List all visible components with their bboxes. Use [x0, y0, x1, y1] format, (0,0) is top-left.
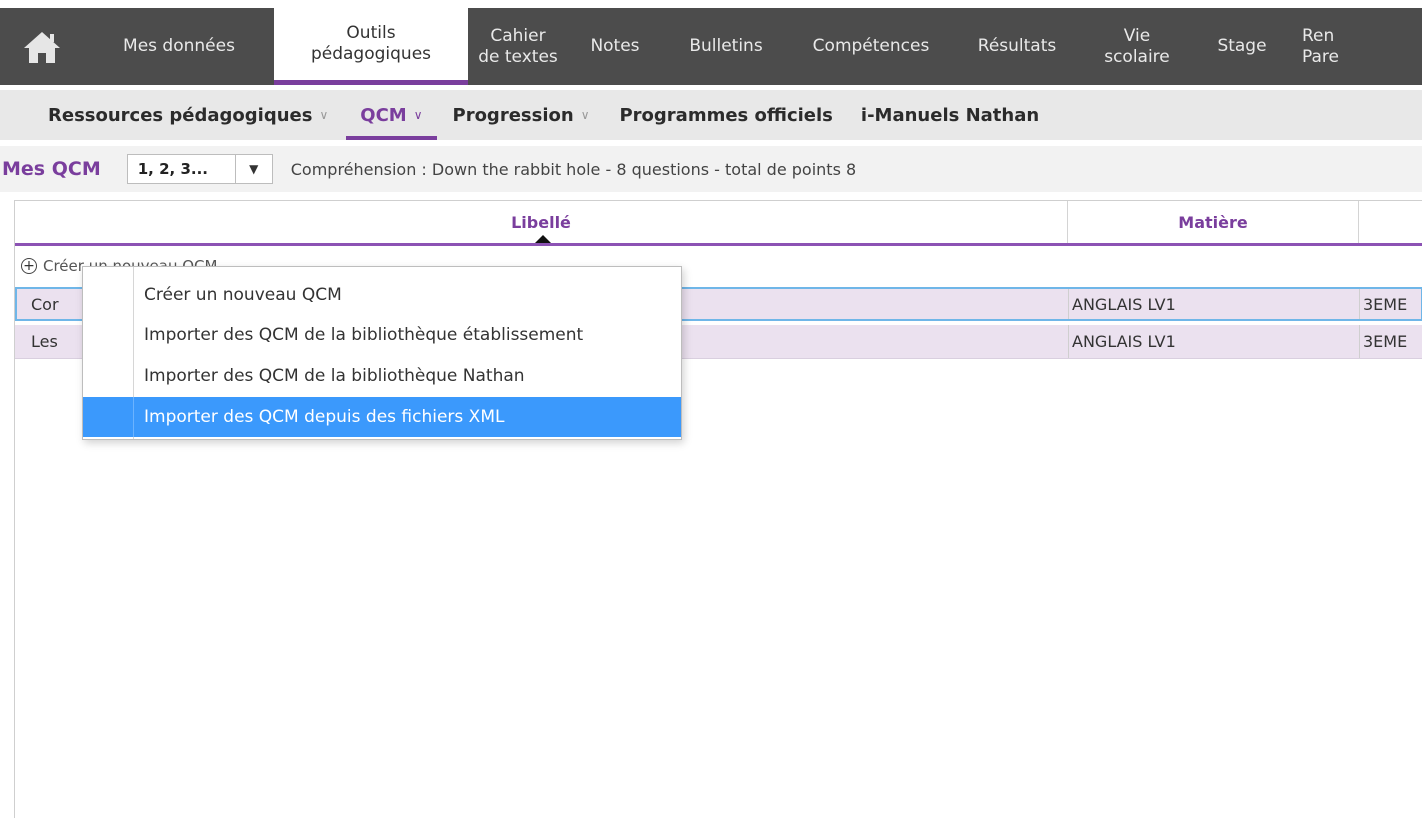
plus-circle-icon: + — [21, 258, 37, 274]
cell-classe: 3EME — [1363, 332, 1408, 351]
sub-navigation: Ressources pédagogiques ∨ QCM ∨ Progress… — [0, 90, 1422, 140]
menu-item-import-nathan[interactable]: Importer des QCM de la bibliothèque Nath… — [83, 356, 681, 396]
page-title: Mes QCM — [2, 158, 101, 180]
tab-ressources-pedagogiques[interactable]: Ressources pédagogiques ∨ — [34, 90, 342, 140]
tab-progression[interactable]: Progression ∨ — [439, 90, 604, 140]
nav-mes-donnees[interactable]: Mes données — [84, 8, 274, 85]
tab-label: Programmes officiels — [619, 104, 833, 126]
menu-item-import-etablissement[interactable]: Importer des QCM de la bibliothèque étab… — [83, 315, 681, 355]
nav-cahier-de-textes[interactable]: Cahier de textes — [468, 8, 568, 85]
nav-competences[interactable]: Compétences — [790, 8, 952, 85]
nav-notes[interactable]: Notes — [568, 8, 662, 85]
nav-outils-pedagogiques[interactable]: Outils pédagogiques — [274, 8, 468, 85]
chevron-down-icon: ∨ — [580, 108, 590, 122]
tab-label: Progression — [452, 104, 574, 126]
sort-ascending-icon — [535, 235, 551, 243]
tab-label: Ressources pédagogiques — [48, 104, 313, 126]
tab-label: i-Manuels Nathan — [860, 104, 1040, 126]
qcm-selector-value: 1, 2, 3... — [137, 160, 208, 178]
cell-matiere: ANGLAIS LV1 — [1072, 332, 1176, 351]
tab-label: QCM — [360, 104, 407, 126]
menu-item-import-xml[interactable]: Importer des QCM depuis des fichiers XML — [83, 397, 681, 437]
dropdown-arrow-icon[interactable]: ▼ — [234, 155, 272, 183]
menu-item-create-qcm[interactable]: Créer un nouveau QCM — [83, 275, 681, 315]
main-navigation: Mes données Outils pédagogiques Cahier d… — [0, 8, 1422, 85]
cell-classe: 3EME — [1363, 294, 1408, 314]
nav-stage[interactable]: Stage — [1192, 8, 1292, 85]
tab-i-manuels-nathan[interactable]: i-Manuels Nathan — [847, 90, 1053, 140]
column-header-classe[interactable] — [1359, 201, 1422, 243]
tab-programmes-officiels[interactable]: Programmes officiels — [605, 90, 846, 140]
chevron-down-icon: ∨ — [319, 108, 329, 122]
tab-qcm[interactable]: QCM ∨ — [346, 90, 437, 140]
nav-bulletins[interactable]: Bulletins — [662, 8, 790, 85]
chevron-down-icon: ∨ — [413, 108, 423, 122]
home-button[interactable] — [0, 8, 84, 85]
create-qcm-menu: Créer un nouveau QCM Importer des QCM de… — [82, 266, 682, 440]
column-header-matiere[interactable]: Matière — [1068, 201, 1359, 243]
qcm-toolbar: Mes QCM 1, 2, 3... ▼ Compréhension : Dow… — [0, 146, 1422, 192]
home-icon — [24, 31, 60, 63]
qcm-selector[interactable]: 1, 2, 3... ▼ — [126, 154, 273, 184]
nav-vie-scolaire[interactable]: Vie scolaire — [1082, 8, 1192, 85]
nav-resultats[interactable]: Résultats — [952, 8, 1082, 85]
qcm-summary: Compréhension : Down the rabbit hole - 8… — [290, 159, 857, 179]
nav-rencontres-parents[interactable]: Ren Pare — [1292, 8, 1378, 85]
table-header: Libellé Matière — [15, 201, 1422, 246]
cell-matiere: ANGLAIS LV1 — [1072, 294, 1176, 314]
